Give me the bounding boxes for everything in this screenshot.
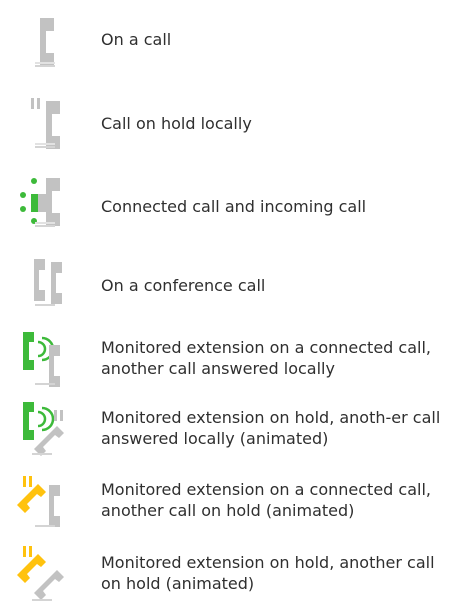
legend-row-connected-incoming: Connected call and incoming call — [0, 172, 450, 232]
on-a-call-icon — [20, 12, 80, 70]
legend-label: Call on hold locally — [101, 114, 252, 133]
connected-and-incoming-call-icon — [20, 172, 80, 230]
legend-label: Connected call and incoming call — [101, 197, 367, 216]
legend-row-monitored-hold-answered: Monitored extension on hold, anoth-er ca… — [0, 398, 450, 460]
conference-call-icon — [20, 251, 80, 309]
call-on-hold-icon — [20, 93, 80, 151]
legend-label: Monitored extension on a connected call,… — [101, 338, 431, 378]
legend-row-conference: On a conference call — [0, 251, 450, 311]
legend-label: Monitored extension on hold, another cal… — [101, 553, 435, 593]
legend-label: On a conference call — [101, 276, 266, 295]
monitored-connected-answered-icon — [20, 328, 80, 387]
legend-row-monitored-connected-hold: Monitored extension on a connected call,… — [0, 470, 450, 532]
monitored-connected-hold-icon — [17, 470, 80, 528]
legend-row-monitored-hold-hold: Monitored extension on hold, another cal… — [0, 540, 450, 606]
monitored-hold-answered-icon — [20, 398, 80, 456]
legend-row-call-on-hold: Call on hold locally — [0, 93, 450, 153]
legend-row-monitored-connected-answered: Monitored extension on a connected call,… — [0, 328, 450, 390]
legend-label: Monitored extension on hold, anoth-er ca… — [101, 408, 441, 448]
monitored-hold-hold-icon — [17, 540, 80, 601]
legend-label: Monitored extension on a connected call,… — [101, 480, 431, 520]
legend-label: On a call — [101, 30, 172, 49]
legend-row-on-a-call: On a call — [0, 12, 450, 72]
